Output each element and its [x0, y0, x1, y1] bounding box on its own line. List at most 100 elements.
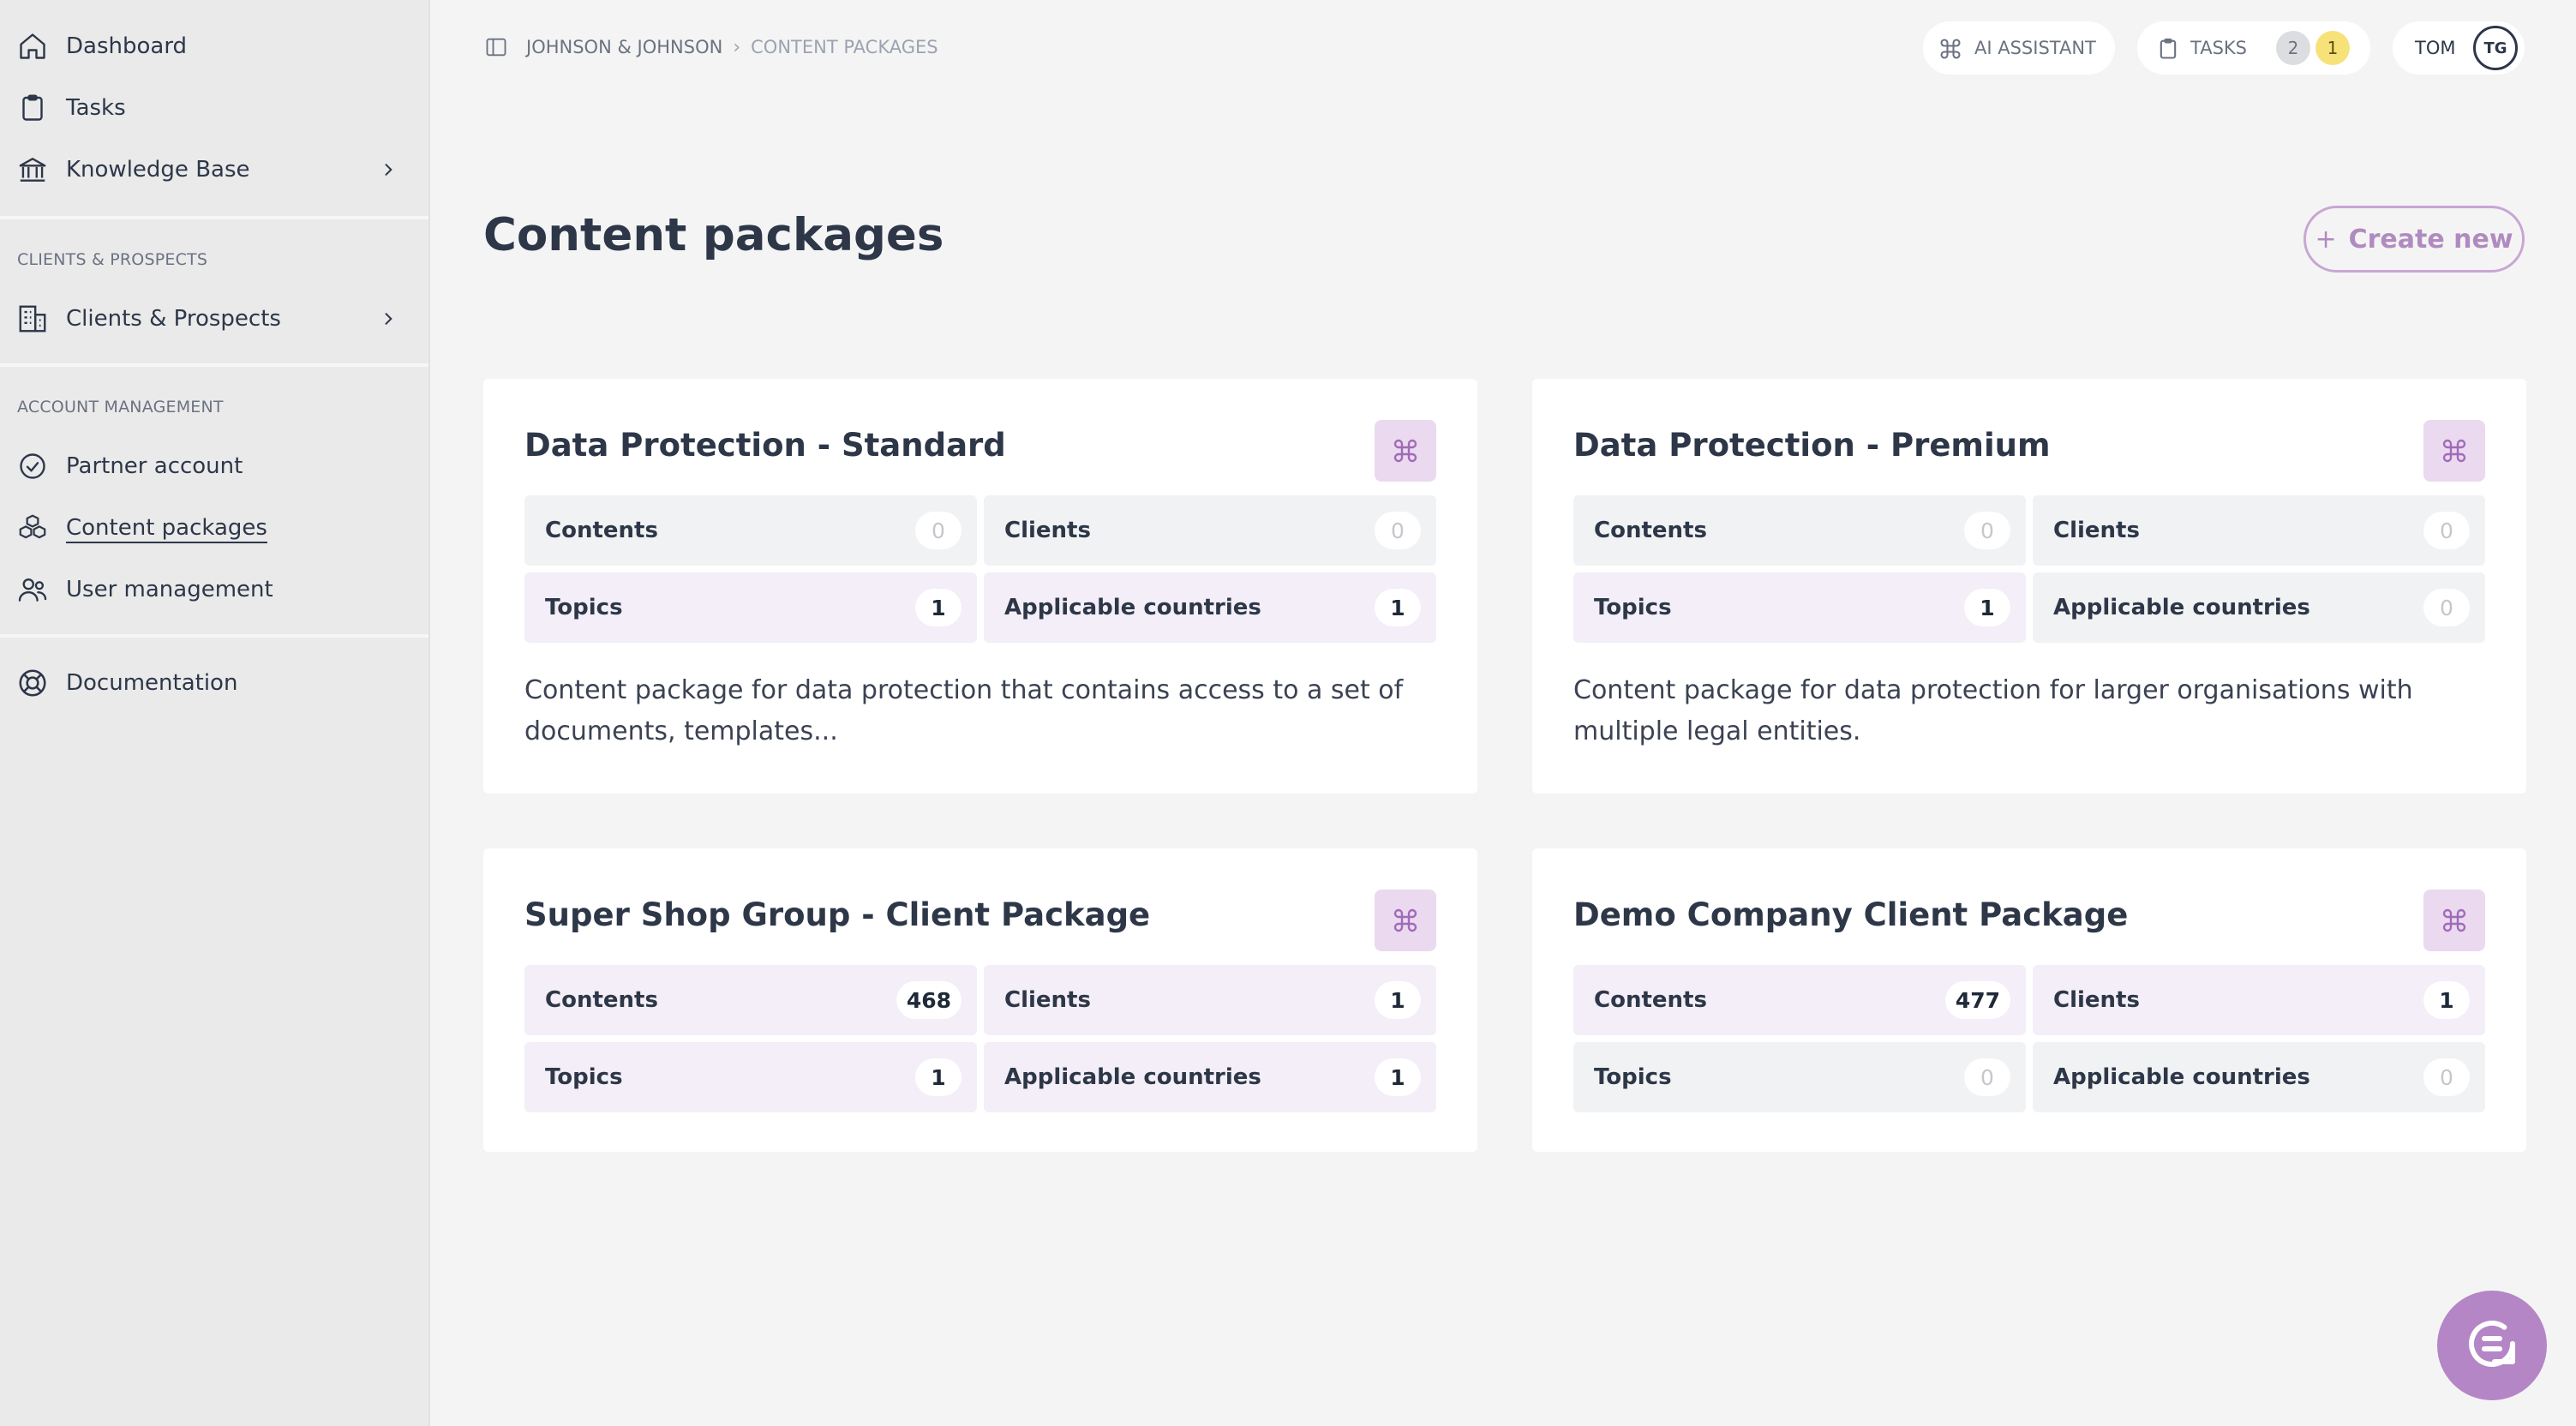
package-title: Demo Company Client Package [1573, 896, 2129, 933]
stat-label: Topics [1594, 595, 1672, 620]
chevron-right-icon [377, 308, 399, 330]
stat-clients: Clients 0 [984, 495, 1436, 566]
bank-icon [15, 153, 50, 187]
ai-assistant-label: AI ASSISTANT [1974, 38, 2096, 58]
chat-launcher-button[interactable] [2437, 1291, 2547, 1400]
stat-clients: Clients 1 [2033, 965, 2485, 1035]
stat-label: Applicable countries [1004, 1064, 1261, 1090]
stat-contents: Contents 0 [524, 495, 977, 566]
stat-topics: Topics 1 [524, 572, 977, 643]
stat-label: Contents [545, 987, 658, 1013]
sidebar: Dashboard Tasks Knowledge Base CLIENTS &… [0, 0, 430, 1426]
stat-value: 0 [1964, 1058, 2010, 1096]
sidebar-divider [0, 216, 428, 219]
home-icon [15, 29, 50, 63]
package-description: Content package for data protection for … [1573, 675, 2413, 746]
stat-label: Contents [1594, 987, 1707, 1013]
stat-value: 0 [1964, 512, 2010, 549]
stat-label: Applicable countries [2053, 595, 2310, 620]
create-new-button[interactable]: + Create new [2303, 206, 2525, 273]
stat-label: Applicable countries [2053, 1064, 2310, 1090]
sidebar-item-tasks[interactable]: Tasks [0, 82, 428, 134]
stat-label: Topics [545, 595, 623, 620]
stat-label: Topics [1594, 1064, 1672, 1090]
ai-assistant-button[interactable]: AI ASSISTANT [1923, 21, 2115, 75]
sidebar-item-clients-prospects[interactable]: Clients & Prospects [0, 293, 428, 345]
tasks-pending-badge: 1 [2315, 31, 2350, 65]
stat-contents: Contents 0 [1573, 495, 2026, 566]
sidebar-item-partner-account[interactable]: Partner account [0, 440, 428, 492]
sidebar-item-documentation[interactable]: Documentation [0, 657, 428, 709]
stat-value: 1 [1964, 589, 2010, 626]
command-icon[interactable] [2423, 420, 2485, 482]
stat-value: 1 [1375, 1058, 1421, 1096]
breadcrumb-org-link[interactable]: JOHNSON & JOHNSON [526, 37, 722, 57]
stat-value: 1 [1375, 981, 1421, 1019]
stat-applicable-countries: Applicable countries 0 [2033, 1042, 2485, 1112]
users-icon [15, 572, 50, 607]
stat-value: 1 [1375, 589, 1421, 626]
command-icon[interactable] [1375, 890, 1436, 951]
clipboard-icon [2156, 37, 2180, 61]
stat-topics: Topics 1 [1573, 572, 2026, 643]
stat-value: 0 [2423, 1058, 2470, 1096]
stat-value: 0 [2423, 512, 2470, 549]
package-description: Content package for data protection that… [524, 675, 1404, 746]
sidebar-item-label: User management [66, 577, 273, 602]
breadcrumb-current: CONTENT PACKAGES [751, 37, 938, 57]
chat-icon [2461, 1313, 2523, 1378]
stat-contents: Contents 477 [1573, 965, 2026, 1035]
chevron-right-icon [377, 159, 399, 181]
sidebar-toggle-icon[interactable] [483, 34, 509, 60]
sidebar-item-label: Dashboard [66, 33, 188, 59]
stat-value: 0 [915, 512, 962, 549]
stat-label: Contents [545, 518, 658, 543]
command-icon [1938, 37, 1962, 61]
sidebar-item-label: Clients & Prospects [66, 306, 281, 332]
sidebar-item-label: Documentation [66, 670, 238, 696]
package-card[interactable]: Data Protection - Standard Contents 0 Cl… [483, 379, 1477, 794]
tasks-label: TASKS [2190, 38, 2247, 58]
package-card[interactable]: Data Protection - Premium Contents 0 Cli… [1532, 379, 2526, 794]
user-menu-button[interactable]: TOM TG [2393, 21, 2525, 75]
breadcrumb: JOHNSON & JOHNSON › CONTENT PACKAGES [483, 34, 938, 60]
stat-label: Clients [1004, 518, 1091, 543]
sidebar-item-dashboard[interactable]: Dashboard [0, 21, 428, 72]
stat-topics: Topics 0 [1573, 1042, 2026, 1112]
stat-topics: Topics 1 [524, 1042, 977, 1112]
section-label-account: ACCOUNT MANAGEMENT [17, 398, 224, 416]
avatar: TG [2473, 26, 2518, 70]
stat-value: 477 [1944, 981, 2010, 1019]
stat-label: Applicable countries [1004, 595, 1261, 620]
sidebar-item-knowledge-base[interactable]: Knowledge Base [0, 144, 428, 195]
stat-value: 0 [1375, 512, 1421, 549]
stat-applicable-countries: Applicable countries 1 [984, 1042, 1436, 1112]
stat-label: Clients [1004, 987, 1091, 1013]
sidebar-item-label: Knowledge Base [66, 157, 250, 183]
lifebuoy-icon [15, 666, 50, 700]
stat-label: Contents [1594, 518, 1707, 543]
package-title: Data Protection - Premium [1573, 427, 2051, 464]
section-label-clients: CLIENTS & PROSPECTS [17, 250, 208, 269]
sidebar-item-label: Tasks [66, 95, 126, 121]
package-card[interactable]: Super Shop Group - Client Package Conten… [483, 848, 1477, 1152]
sidebar-item-content-packages[interactable]: Content packages [0, 502, 428, 554]
tasks-count-badge: 2 [2276, 31, 2310, 65]
sidebar-item-user-management[interactable]: User management [0, 564, 428, 615]
user-name: TOM [2415, 38, 2456, 58]
sidebar-item-label: Content packages [66, 515, 267, 541]
stat-value: 468 [896, 981, 962, 1019]
page-title: Content packages [483, 209, 944, 261]
package-title: Data Protection - Standard [524, 427, 1006, 464]
command-icon[interactable] [2423, 890, 2485, 951]
stat-value: 1 [915, 589, 962, 626]
command-icon[interactable] [1375, 420, 1436, 482]
check-circle-icon [15, 449, 50, 483]
plus-icon: + [2315, 224, 2337, 255]
cubes-icon [15, 511, 50, 545]
stat-clients: Clients 0 [2033, 495, 2485, 566]
stat-value: 0 [2423, 589, 2470, 626]
package-card[interactable]: Demo Company Client Package Contents 477… [1532, 848, 2526, 1152]
tasks-button[interactable]: TASKS 2 1 [2137, 21, 2370, 75]
stat-contents: Contents 468 [524, 965, 977, 1035]
